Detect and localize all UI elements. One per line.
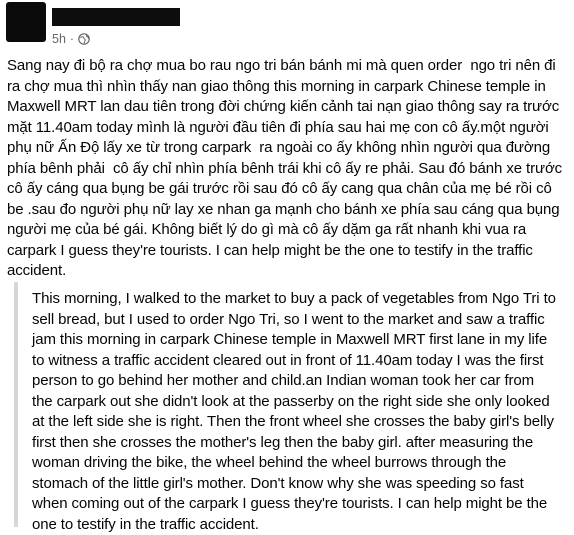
- meta-separator: ·: [69, 32, 75, 46]
- post-body: Sang nay đi bộ ra chợ mua bo rau ngo tri…: [7, 57, 563, 279]
- post-timestamp[interactable]: 5h: [52, 32, 66, 46]
- translated-quote-block: This morning, I walked to the market to …: [14, 282, 574, 533]
- post-meta: 5h ·: [52, 32, 90, 46]
- translated-quote-text: This morning, I walked to the market to …: [32, 290, 556, 533]
- globe-icon[interactable]: [78, 33, 90, 45]
- post-header: 5h ·: [0, 0, 574, 52]
- author-name-redacted[interactable]: [52, 8, 180, 26]
- avatar[interactable]: [6, 2, 46, 42]
